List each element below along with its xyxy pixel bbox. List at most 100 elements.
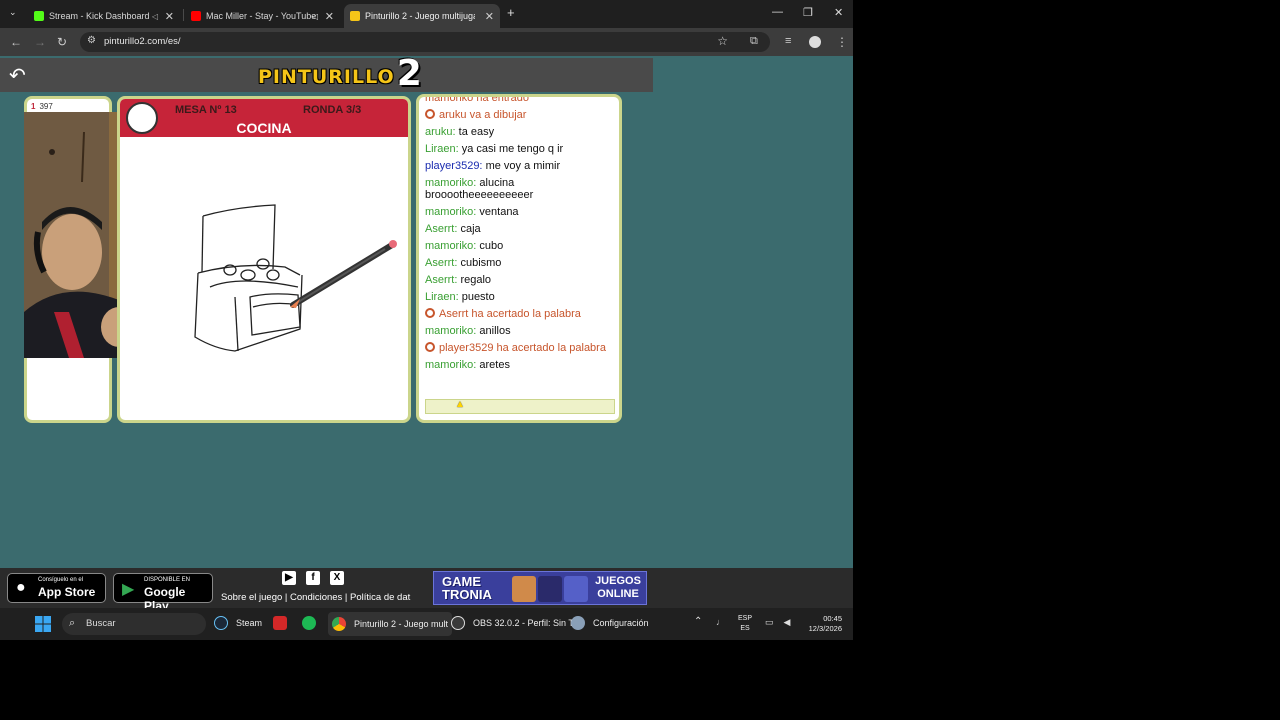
close-icon[interactable]: ✕ bbox=[325, 10, 334, 23]
tab-pinturillo[interactable]: Pinturillo 2 - Juego multijugad ✕ bbox=[344, 4, 500, 28]
player-rank: 1 bbox=[31, 102, 36, 111]
bookmark-star-icon[interactable]: ☆ bbox=[717, 34, 728, 48]
tab-search-chevron-icon[interactable]: ⌄ bbox=[9, 7, 17, 18]
mouse-cursor-icon: ▲ bbox=[455, 399, 465, 410]
profile-avatar[interactable] bbox=[809, 36, 821, 48]
pencil-icon bbox=[290, 240, 397, 308]
youtube-icon[interactable]: ▶ bbox=[282, 571, 296, 585]
taskbar-search[interactable]: ⌕ Buscar bbox=[62, 613, 206, 635]
chat-message: mamoriko: alucina broooothееееееееeer bbox=[425, 177, 534, 201]
player-row[interactable]: 1 397 bbox=[31, 102, 53, 111]
address-bar[interactable]: ⚙ pinturillo2.com/es/ ☆ bbox=[80, 32, 770, 52]
chevron-up-icon[interactable]: ⌃ bbox=[694, 616, 702, 627]
obs-icon bbox=[451, 616, 465, 630]
taskbar-settings[interactable]: Configuración bbox=[571, 616, 649, 630]
footer-links[interactable]: Sobre el juego | Condiciones | Política … bbox=[221, 592, 410, 603]
game-thumb bbox=[538, 576, 562, 602]
tab-title: Stream - Kick Dashboard bbox=[49, 11, 150, 21]
chrome-icon bbox=[332, 617, 346, 631]
tab-title: Mac Miller - Stay - YouTube bbox=[206, 11, 317, 21]
minimize-button[interactable]: — bbox=[772, 6, 783, 18]
site-info-icon[interactable]: ⚙ bbox=[87, 35, 96, 46]
tab-youtube[interactable]: Mac Miller - Stay - YouTube ◁ ✕ bbox=[185, 4, 340, 28]
correct-icon bbox=[425, 308, 435, 318]
app-store-button[interactable]: ● Consíguelo en el App Store bbox=[7, 573, 106, 603]
taskbar-spotify[interactable] bbox=[302, 616, 324, 630]
taskbar-chrome[interactable]: Pinturillo 2 - Juego mult bbox=[328, 612, 453, 636]
taskbar-obs[interactable]: OBS 32.0.2 - Perfil: Sin T bbox=[451, 616, 574, 630]
game-thumb bbox=[512, 576, 536, 602]
tray-icons: ♩ bbox=[716, 617, 725, 627]
system-tray: ▭ ◀ bbox=[765, 617, 790, 628]
close-icon[interactable]: ✕ bbox=[165, 10, 174, 23]
chat-message: Aserrt: regalo bbox=[425, 274, 492, 286]
logo-number: 2 bbox=[396, 56, 422, 94]
back-arrow-icon[interactable]: ↶ bbox=[9, 66, 26, 86]
taskbar-steam[interactable]: Steam bbox=[214, 616, 262, 630]
tab-kick[interactable]: Stream - Kick Dashboard ◁ ✕ bbox=[28, 4, 180, 28]
tab-strip: ⌄ Stream - Kick Dashboard ◁ ✕ Mac Miller… bbox=[0, 0, 853, 28]
network-icon[interactable]: ▭ bbox=[765, 617, 774, 628]
chat-message: Aserrt ha acertado la palabra bbox=[425, 308, 615, 320]
youtube-icon bbox=[191, 11, 201, 21]
gametronia-banner[interactable]: GAME TRONIA JUEGOS ONLINE bbox=[433, 571, 647, 605]
word-to-draw: COCINA bbox=[236, 120, 292, 136]
close-icon[interactable]: ✕ bbox=[485, 10, 494, 23]
pinturillo-logo: PINTURILLO 2 bbox=[258, 56, 422, 94]
media-control-icon[interactable]: ≡ bbox=[785, 35, 791, 47]
reload-icon[interactable]: ↻ bbox=[57, 35, 67, 49]
table-number: MESA Nº 13 bbox=[175, 104, 237, 116]
chat-message: aruku: ta easy bbox=[425, 126, 495, 138]
muted-audio-icon[interactable]: ◁ bbox=[152, 12, 158, 21]
gametronia-logo-text: GAME TRONIA bbox=[442, 574, 492, 602]
google-play-button[interactable]: ▶ DISPONIBLE EN Google Play bbox=[113, 573, 213, 613]
search-icon: ⌕ bbox=[69, 617, 76, 629]
game-header: ↶ PINTURILLO 2 bbox=[0, 56, 653, 94]
chat-message: Aserrt: caja bbox=[425, 223, 481, 235]
chat-message: player3529: me voy a mimir bbox=[425, 160, 561, 172]
drawing-canvas[interactable] bbox=[120, 137, 408, 420]
microphone-icon[interactable]: ♩ bbox=[716, 617, 725, 627]
chat-message: Liraen: ya casi me tengo q ir bbox=[425, 143, 564, 155]
x-icon[interactable]: X bbox=[330, 571, 344, 585]
social-links: ▶ f X bbox=[282, 571, 344, 585]
apple-icon: ● bbox=[16, 579, 26, 596]
clock[interactable]: 00:45 12/3/2026 bbox=[800, 614, 842, 634]
tab-separator bbox=[183, 9, 184, 21]
chat-message: Liraen: puesto bbox=[425, 291, 495, 303]
volume-icon[interactable]: ◀ bbox=[784, 617, 791, 628]
url-text[interactable]: pinturillo2.com/es/ bbox=[104, 36, 181, 47]
facebook-icon[interactable]: f bbox=[306, 571, 320, 585]
language-indicator[interactable]: ESP ES bbox=[738, 614, 752, 634]
lightning-icon bbox=[273, 616, 287, 630]
pencil-icon bbox=[350, 11, 360, 21]
windows-taskbar: ⌕ Buscar Steam Pinturillo 2 - Juego mult… bbox=[0, 608, 853, 640]
spotify-icon bbox=[302, 616, 316, 630]
close-window-button[interactable]: ✕ bbox=[834, 6, 843, 19]
new-tab-button[interactable]: + bbox=[507, 5, 515, 20]
tab-title: Pinturillo 2 - Juego multijugad bbox=[365, 11, 475, 21]
forward-arrow-icon[interactable]: → bbox=[34, 35, 46, 49]
gametronia-online-text: JUEGOS ONLINE bbox=[595, 575, 641, 600]
windows-start-icon[interactable] bbox=[35, 616, 51, 632]
logo-text: PINTURILLO bbox=[258, 66, 395, 88]
gear-icon bbox=[571, 616, 585, 630]
chat-message: player3529 ha acertado la palabra bbox=[425, 342, 615, 354]
chat-message: mamoriko: cubo bbox=[425, 240, 504, 252]
game-thumb bbox=[564, 576, 588, 602]
audio-playing-icon[interactable]: ◁ bbox=[312, 12, 318, 21]
chat-message: Aserrt: cubismo bbox=[425, 257, 502, 269]
chat-message: aruku va a dibujar bbox=[425, 109, 615, 121]
restore-button[interactable]: ❐ bbox=[803, 6, 813, 19]
chat-message: mamoriko ha entrado bbox=[425, 94, 529, 104]
chat-input[interactable] bbox=[425, 399, 615, 414]
kick-icon bbox=[34, 11, 44, 21]
round-counter: RONDA 3/3 bbox=[303, 104, 362, 116]
menu-kebab-icon[interactable]: ⋮ bbox=[836, 35, 848, 49]
browser-toolbar: ← → ↻ ⚙ pinturillo2.com/es/ ☆ ⧉ ≡ ⋮ bbox=[0, 28, 853, 56]
taskbar-app-red[interactable] bbox=[273, 616, 295, 630]
play-icon: ▶ bbox=[122, 581, 135, 598]
drawing-board: MESA Nº 13 RONDA 3/3 COCINA bbox=[117, 96, 411, 423]
extensions-icon[interactable]: ⧉ bbox=[750, 35, 758, 48]
back-arrow-icon[interactable]: ← bbox=[10, 35, 22, 49]
